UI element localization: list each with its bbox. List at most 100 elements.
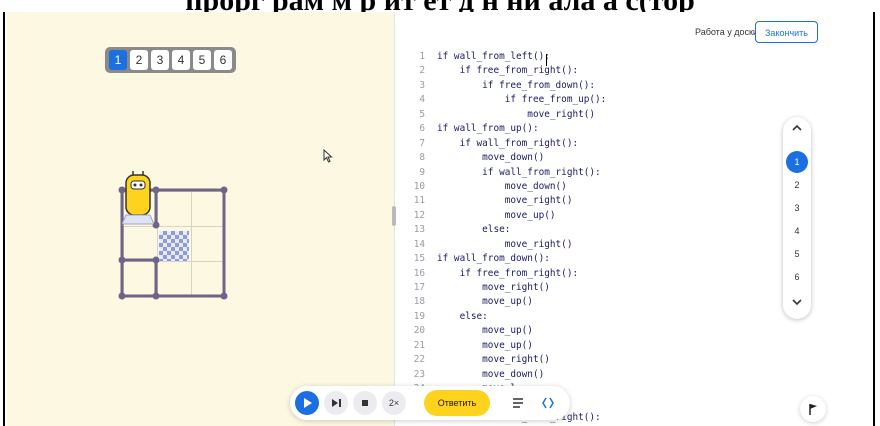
flag-icon bbox=[809, 404, 817, 415]
code-line[interactable]: 23 move_down() bbox=[405, 368, 817, 382]
level-tabs: 1 2 3 4 5 6 bbox=[105, 47, 236, 73]
level-tab-2[interactable]: 2 bbox=[130, 50, 148, 70]
code-editor[interactable]: 1 if wall_from_left(): 2 if free_from_righ… bbox=[405, 50, 817, 426]
code-text: if free_from_down(): bbox=[437, 79, 596, 91]
menu-lines-icon bbox=[513, 398, 523, 408]
stop-button[interactable] bbox=[353, 391, 377, 415]
code-text: move_down() bbox=[437, 368, 545, 380]
play-button[interactable] bbox=[295, 391, 319, 415]
finish-button[interactable]: Закончить bbox=[755, 21, 818, 43]
code-text: move_up() bbox=[437, 339, 533, 351]
level-tab-1[interactable]: 1 bbox=[109, 50, 127, 70]
step-4[interactable]: 4 bbox=[786, 220, 808, 242]
line-number: 11 bbox=[413, 195, 425, 207]
code-text: move_up() bbox=[437, 296, 533, 308]
code-text: move_up() bbox=[437, 325, 533, 337]
level-tab-3[interactable]: 3 bbox=[151, 50, 169, 70]
chevron-down-icon[interactable] bbox=[783, 295, 811, 310]
level-tab-5[interactable]: 5 bbox=[193, 50, 211, 70]
code-text: else: bbox=[437, 310, 488, 322]
step-forward-button[interactable] bbox=[324, 391, 348, 415]
code-line[interactable]: 4 if free_from_up(): bbox=[405, 93, 817, 107]
step-forward-icon bbox=[332, 399, 341, 407]
code-line[interactable]: 3 if free_from_down(): bbox=[405, 79, 817, 93]
code-line[interactable]: 18 move_up() bbox=[405, 295, 817, 309]
play-icon bbox=[304, 398, 312, 408]
code-line[interactable]: 2 if free_from_right(): bbox=[405, 64, 817, 78]
step-5[interactable]: 5 bbox=[786, 243, 808, 265]
code-line[interactable]: 9 if wall_from_right(): bbox=[405, 166, 817, 180]
line-number: 22 bbox=[413, 354, 425, 366]
line-number: 10 bbox=[413, 180, 425, 192]
code-line[interactable]: 7 if wall_from_right(): bbox=[405, 137, 817, 151]
level-tab-4[interactable]: 4 bbox=[172, 50, 190, 70]
text-cursor bbox=[546, 54, 547, 66]
mouse-pointer-icon bbox=[323, 149, 333, 163]
level-tab-6[interactable]: 6 bbox=[214, 50, 232, 70]
target-cell bbox=[159, 231, 189, 261]
run-toolbar: 2× Ответить bbox=[290, 386, 570, 420]
code-line[interactable]: 10 move_down() bbox=[405, 180, 817, 194]
code-line[interactable]: 21 move_up() bbox=[405, 339, 817, 353]
code-line[interactable]: 17 move_right() bbox=[405, 281, 817, 295]
code-text: if wall_from_down(): bbox=[437, 253, 550, 265]
code-braces-icon bbox=[542, 397, 554, 409]
line-number: 8 bbox=[419, 152, 425, 164]
line-number: 18 bbox=[413, 296, 425, 308]
format-button[interactable] bbox=[506, 391, 530, 415]
code-line[interactable]: 22 move_right() bbox=[405, 353, 817, 367]
line-number: 6 bbox=[419, 123, 425, 135]
line-number: 16 bbox=[413, 267, 425, 279]
step-navigator: 1 2 3 4 5 6 bbox=[783, 117, 811, 319]
chevron-up-icon[interactable] bbox=[783, 121, 811, 136]
code-text: if wall_from_right(): bbox=[437, 137, 579, 149]
code-line[interactable]: 15 if wall_from_down(): bbox=[405, 252, 817, 266]
code-text: move_down() bbox=[437, 180, 567, 192]
line-number: 1 bbox=[419, 51, 425, 62]
code-view-button[interactable] bbox=[536, 391, 560, 415]
code-line[interactable]: 14 move_right() bbox=[405, 238, 817, 252]
code-line[interactable]: 13 else: bbox=[405, 223, 817, 237]
line-number: 2 bbox=[419, 65, 425, 77]
step-1[interactable]: 1 bbox=[786, 151, 808, 173]
line-number: 12 bbox=[413, 209, 425, 221]
code-line[interactable]: 8 move_down() bbox=[405, 151, 817, 165]
stop-icon bbox=[362, 400, 368, 406]
code-text: move_up() bbox=[437, 209, 556, 221]
code-line[interactable]: 16 if free_from_right(): bbox=[405, 267, 817, 281]
code-line[interactable]: 1 if wall_from_left(): bbox=[405, 50, 817, 64]
line-number: 15 bbox=[413, 253, 425, 265]
line-number: 13 bbox=[413, 224, 425, 236]
code-line[interactable]: 19 else: bbox=[405, 310, 817, 324]
line-number: 5 bbox=[419, 108, 425, 120]
code-line[interactable]: 5 move_right() bbox=[405, 108, 817, 122]
code-text: move_right() bbox=[437, 282, 550, 293]
code-text: move_right() bbox=[437, 108, 596, 120]
flag-button[interactable] bbox=[800, 396, 826, 422]
line-number: 21 bbox=[413, 339, 425, 351]
code-text: if wall_from_left(): bbox=[437, 51, 550, 62]
step-3[interactable]: 3 bbox=[786, 197, 808, 219]
answer-button[interactable]: Ответить bbox=[424, 390, 490, 416]
code-line[interactable]: 11 move_right() bbox=[405, 194, 817, 208]
code-text: else: bbox=[437, 224, 511, 236]
line-number: 17 bbox=[413, 282, 425, 293]
step-6[interactable]: 6 bbox=[786, 266, 808, 288]
code-text: move_down() bbox=[437, 152, 545, 164]
speed-button[interactable]: 2× bbox=[382, 391, 406, 415]
slide-title: прорг рам м р ит ет д н ни ала а с(тор bbox=[0, 0, 880, 12]
line-number: 20 bbox=[413, 325, 425, 337]
pane-resize-handle[interactable] bbox=[392, 206, 396, 226]
slide-frame-left bbox=[3, 12, 5, 426]
robot-icon bbox=[122, 171, 154, 225]
line-number: 19 bbox=[413, 310, 425, 322]
code-line[interactable]: 6 if wall_from_up(): bbox=[405, 122, 817, 136]
code-line[interactable]: 12 move_up() bbox=[405, 209, 817, 223]
code-text: move_right() bbox=[437, 195, 573, 207]
step-2[interactable]: 2 bbox=[786, 174, 808, 196]
code-line[interactable]: 20 move_up() bbox=[405, 324, 817, 338]
line-number: 4 bbox=[419, 94, 425, 106]
line-number: 23 bbox=[413, 368, 425, 380]
code-text: if free_from_right(): bbox=[437, 267, 579, 279]
code-text: if wall_from_up(): bbox=[437, 123, 539, 135]
